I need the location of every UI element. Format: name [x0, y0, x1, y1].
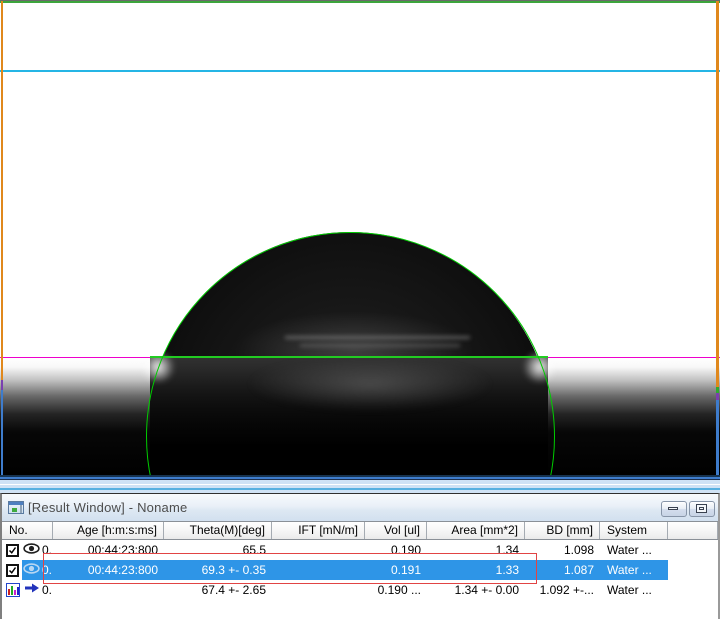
row-number: 0...: [42, 580, 53, 600]
table-row-selected[interactable]: 0... 00:44:23:800 69.3 +- 0.35 0.191 1.3…: [2, 560, 718, 580]
age-cell: [53, 580, 164, 600]
column-header-bd[interactable]: BD [mm]: [525, 522, 600, 539]
system-cell: Water ...: [600, 580, 668, 600]
roi-left-line[interactable]: [1, 1, 3, 380]
row-id-cell: 0...: [2, 580, 53, 600]
vol-cell: 0.190: [365, 540, 427, 560]
minimize-icon: [668, 507, 678, 510]
extra-cell: [668, 560, 718, 580]
maximize-button[interactable]: [689, 501, 715, 517]
maximize-icon: [696, 504, 707, 513]
maximize-icon-inner: [699, 507, 704, 510]
row-checkbox[interactable]: [6, 544, 19, 557]
vol-cell: 0.191: [365, 560, 427, 580]
area-cell: 1.34 +- 0.00: [427, 580, 525, 600]
column-header-extra[interactable]: [668, 522, 718, 539]
theta-cell: 67.4 +- 2.65: [164, 580, 272, 600]
area-cell: 1.34: [427, 540, 525, 560]
result-window-titlebar[interactable]: [Result Window] - Noname: [2, 494, 718, 521]
bd-cell: 1.087: [525, 560, 600, 580]
row-number: 0...: [42, 540, 53, 560]
row-id-cell: 0...: [2, 560, 53, 580]
extra-cell: [668, 580, 718, 600]
column-header-system[interactable]: System: [600, 522, 668, 539]
camera-image: [0, 0, 720, 480]
area-cell: 1.33: [427, 560, 525, 580]
chart-bar: [14, 590, 16, 595]
result-window-icon: [8, 501, 24, 514]
bd-cell: 1.098: [525, 540, 600, 560]
column-header-theta[interactable]: Theta(M)[deg]: [164, 522, 272, 539]
ift-cell: [272, 540, 365, 560]
table-header-row: No. Age [h:m:s:ms] Theta(M)[deg] IFT [mN…: [2, 521, 718, 540]
extra-cell: [668, 540, 718, 560]
eye-icon[interactable]: [23, 540, 40, 560]
app-screen: [Result Window] - Noname No. Age [h:m:s:…: [0, 0, 720, 619]
window-title: [Result Window] - Noname: [28, 500, 187, 515]
left-border-purple-segment: [1, 380, 3, 390]
result-table: No. Age [h:m:s:ms] Theta(M)[deg] IFT [mN…: [2, 521, 718, 600]
row-checkbox[interactable]: [6, 564, 19, 577]
eye-icon[interactable]: [23, 560, 40, 580]
minimize-button[interactable]: [661, 501, 687, 517]
column-header-no[interactable]: No.: [2, 522, 53, 539]
window-icon-content: [12, 508, 17, 512]
arrow-right-icon: [24, 580, 40, 600]
check-icon: [8, 565, 17, 576]
table-row[interactable]: 0... 00:44:23:800 65.5 0.190 1.34 1.098 …: [2, 540, 718, 560]
mdi-background-strip: [0, 480, 720, 493]
roi-right-line[interactable]: [716, 1, 719, 387]
column-header-vol[interactable]: Vol [ul]: [365, 522, 427, 539]
theta-cell: 69.3 +- 0.35: [164, 560, 272, 580]
system-cell: Water ...: [600, 540, 668, 560]
ift-cell: [272, 580, 365, 600]
statistics-chart-icon[interactable]: [6, 583, 20, 597]
right-border-purple-segment: [716, 393, 719, 400]
needle-level-line[interactable]: [0, 70, 720, 72]
chart-bar: [11, 586, 13, 595]
system-cell: Water ...: [600, 560, 668, 580]
theta-cell: 65.5: [164, 540, 272, 560]
row-id-cell: 0...: [2, 540, 53, 560]
check-icon: [8, 545, 17, 556]
column-header-age[interactable]: Age [h:m:s:ms]: [53, 522, 164, 539]
age-cell: 00:44:23:800: [53, 560, 164, 580]
age-cell: 00:44:23:800: [53, 540, 164, 560]
strip-accent-line: [0, 488, 720, 490]
result-window: [Result Window] - Noname No. Age [h:m:s:…: [0, 493, 720, 619]
row-number: 0...: [42, 560, 53, 580]
strip-highlight-line: [0, 484, 720, 485]
chart-bar: [8, 589, 10, 595]
view-border-left: [1, 390, 3, 476]
roi-top-line[interactable]: [0, 1, 720, 3]
column-header-area[interactable]: Area [mm*2]: [427, 522, 525, 539]
bd-cell: 1.092 +-...: [525, 580, 600, 600]
column-header-ift[interactable]: IFT [mN/m]: [272, 522, 365, 539]
chart-bar: [17, 587, 19, 595]
ift-cell: [272, 560, 365, 580]
table-row-statistics[interactable]: 0... 67.4 +- 2.65 0.190 ... 1.34 +- 0.00…: [2, 580, 718, 600]
view-border-right: [716, 400, 719, 476]
vol-cell: 0.190 ...: [365, 580, 427, 600]
window-icon-scrollbar: [20, 505, 22, 513]
